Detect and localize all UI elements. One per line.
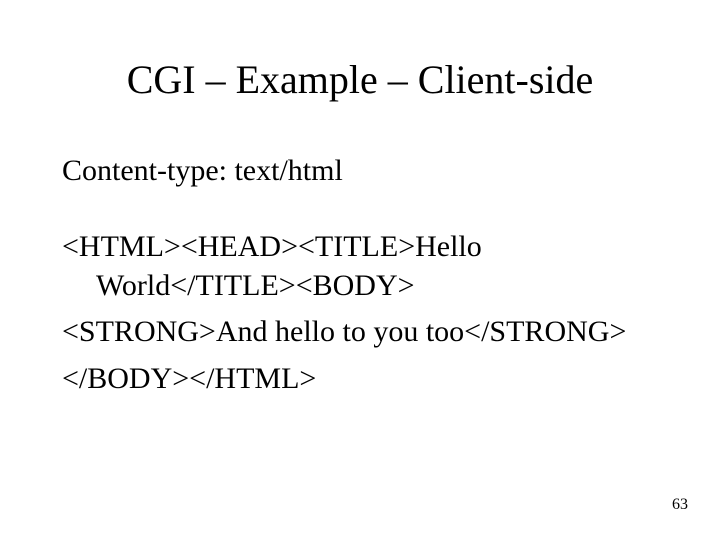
slide: CGI – Example – Client-side Content-type… — [0, 0, 720, 540]
slide-title: CGI – Example – Client-side — [0, 56, 720, 103]
code-line-3: </BODY></HTML> — [62, 360, 658, 398]
slide-body: Content-type: text/html <HTML><HEAD><TIT… — [62, 152, 658, 406]
code-line-2: <STRONG>And hello to you too</STRONG> — [62, 313, 658, 351]
content-type-line: Content-type: text/html — [62, 152, 658, 190]
blank-line — [62, 198, 658, 228]
page-number: 63 — [672, 496, 688, 514]
code-line-1: <HTML><HEAD><TITLE>Hello World</TITLE><B… — [62, 228, 658, 305]
